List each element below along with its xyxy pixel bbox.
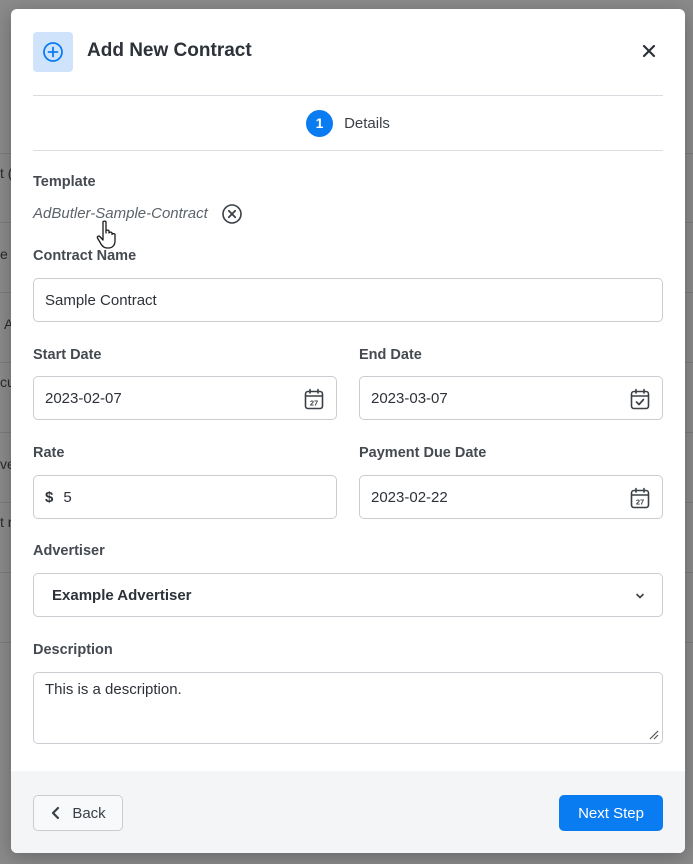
advertiser-selected-value: Example Advertiser bbox=[52, 586, 192, 604]
stepper: 1 Details bbox=[33, 96, 663, 151]
hand-pointer-cursor-icon bbox=[96, 220, 116, 249]
step-label: Details bbox=[344, 114, 390, 132]
resize-handle-icon[interactable] bbox=[647, 728, 659, 740]
contract-name-input[interactable] bbox=[45, 291, 651, 309]
clear-circle-icon bbox=[222, 204, 242, 224]
currency-symbol: $ bbox=[45, 488, 54, 506]
description-text: This is a description. bbox=[45, 681, 182, 698]
close-icon bbox=[642, 44, 656, 58]
end-date-label: End Date bbox=[359, 347, 422, 363]
modal-title: Add New Contract bbox=[87, 40, 252, 61]
calendar-check-icon[interactable] bbox=[630, 388, 650, 410]
description-textarea[interactable]: This is a description. bbox=[33, 672, 663, 744]
start-date-field[interactable]: 27 bbox=[33, 376, 337, 420]
payment-due-date-field[interactable]: 27 bbox=[359, 475, 663, 519]
payment-due-date-input[interactable] bbox=[371, 488, 651, 506]
chevron-left-icon bbox=[52, 806, 60, 820]
add-contract-modal: Add New Contract 1 Details Template AdBu… bbox=[11, 9, 685, 853]
modal-header: Add New Contract bbox=[33, 9, 663, 96]
close-button[interactable] bbox=[635, 37, 663, 65]
clear-template-button[interactable] bbox=[221, 203, 243, 225]
next-step-button[interactable]: Next Step bbox=[559, 795, 663, 831]
template-label: Template bbox=[33, 174, 96, 190]
next-step-button-label: Next Step bbox=[578, 804, 644, 822]
calendar-icon[interactable]: 27 bbox=[304, 388, 324, 410]
modal-footer: Back Next Step bbox=[11, 771, 685, 853]
plus-circle-icon bbox=[33, 32, 73, 72]
contract-name-label: Contract Name bbox=[33, 248, 137, 264]
advertiser-select[interactable]: Example Advertiser bbox=[33, 573, 663, 617]
rate-field[interactable]: $ bbox=[33, 475, 337, 519]
contract-name-field[interactable] bbox=[33, 278, 663, 322]
end-date-input[interactable] bbox=[371, 389, 651, 407]
rate-input[interactable] bbox=[63, 488, 325, 506]
calendar-day-text: 27 bbox=[310, 399, 318, 408]
back-button-label: Back bbox=[72, 804, 106, 822]
calendar-day-text: 27 bbox=[636, 498, 644, 507]
rate-label: Rate bbox=[33, 445, 65, 461]
advertiser-label: Advertiser bbox=[33, 543, 105, 559]
calendar-icon[interactable]: 27 bbox=[630, 487, 650, 509]
step-number-badge: 1 bbox=[306, 109, 334, 137]
start-date-label: Start Date bbox=[33, 347, 102, 363]
start-date-input[interactable] bbox=[45, 389, 325, 407]
payment-due-date-label: Payment Due Date bbox=[359, 445, 487, 461]
chevron-down-icon bbox=[636, 593, 644, 599]
back-button[interactable]: Back bbox=[33, 795, 123, 831]
end-date-field[interactable] bbox=[359, 376, 663, 420]
description-label: Description bbox=[33, 642, 113, 658]
background-text: e bbox=[0, 246, 8, 262]
